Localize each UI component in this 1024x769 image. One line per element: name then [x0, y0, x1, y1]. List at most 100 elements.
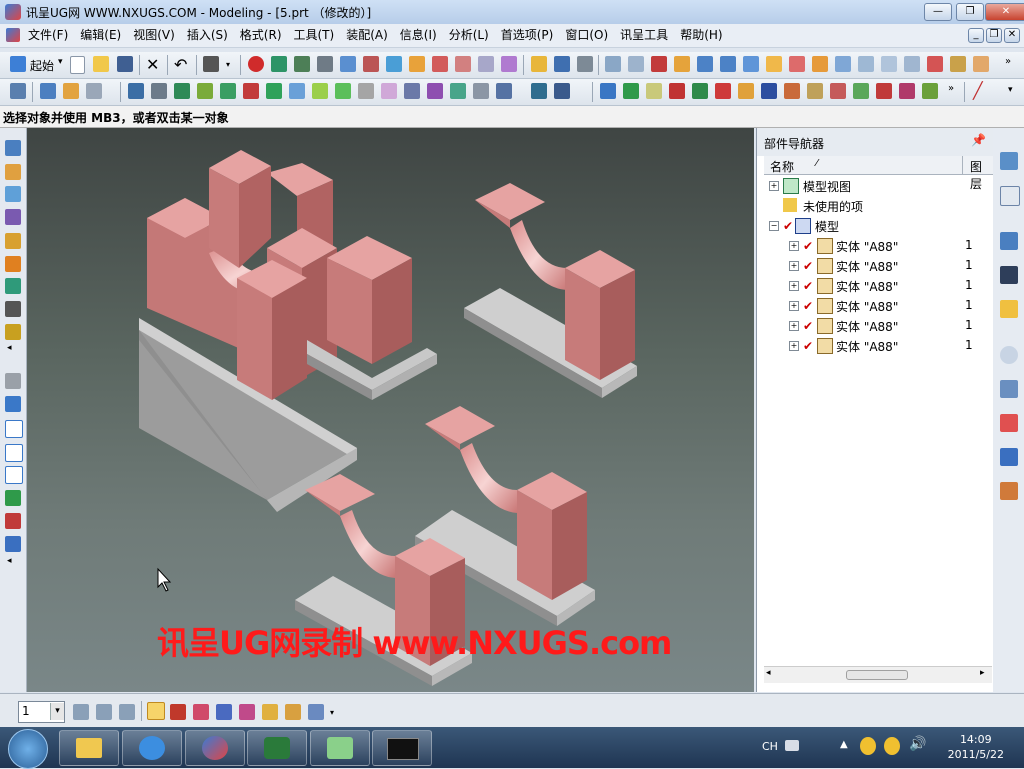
- feature-icon-f[interactable]: [478, 56, 494, 72]
- tree-node-model[interactable]: − ✔ 模型: [765, 216, 993, 236]
- menu-xuncheng-tools[interactable]: 讯呈工具: [614, 24, 674, 47]
- part-navigator-tab-icon[interactable]: [1000, 186, 1020, 206]
- analysis-icon-7[interactable]: [738, 83, 754, 99]
- pin-icon[interactable]: 📌: [971, 133, 986, 147]
- analysis-icon-2[interactable]: [623, 83, 639, 99]
- reuse-library-tab-icon[interactable]: [1000, 232, 1018, 250]
- render-icon-18[interactable]: [554, 83, 570, 99]
- feature-icon-a[interactable]: [363, 56, 379, 72]
- render-icon-13[interactable]: [404, 83, 420, 99]
- analysis-icon-3[interactable]: [646, 83, 662, 99]
- analysis-icon-11[interactable]: [830, 83, 846, 99]
- render-icon-3[interactable]: [174, 83, 190, 99]
- keyboard-icon[interactable]: [785, 740, 799, 751]
- taskbar-nx-icon[interactable]: [185, 730, 245, 766]
- palette-icon-6[interactable]: [5, 256, 21, 272]
- palette-collapse-icon-2[interactable]: ◂: [7, 556, 12, 566]
- expand-icon[interactable]: +: [789, 261, 799, 271]
- end-point-snap-icon[interactable]: [170, 704, 186, 720]
- view-cube-icon-3[interactable]: [5, 444, 23, 462]
- render-icon-15[interactable]: [450, 83, 466, 99]
- system-clock[interactable]: 14:09 2011/5/22: [948, 732, 1004, 762]
- replace-view-icon[interactable]: [96, 704, 112, 720]
- tools-icon[interactable]: [577, 56, 593, 72]
- ime-indicator[interactable]: CH: [762, 740, 778, 753]
- palette-icon-3[interactable]: [5, 186, 21, 202]
- menu-preferences[interactable]: 首选项(P): [495, 24, 560, 47]
- palette-icon-4[interactable]: [5, 209, 21, 225]
- model-shell-icon[interactable]: [317, 56, 333, 72]
- view-icon-6[interactable]: [720, 56, 736, 72]
- point-snap-icon[interactable]: [147, 702, 165, 720]
- visibility-check-icon[interactable]: ✔: [783, 219, 793, 233]
- system-materials-tab-icon[interactable]: [1000, 380, 1018, 398]
- menu-tools[interactable]: 工具(T): [288, 24, 341, 47]
- navigator-horizontal-scrollbar[interactable]: ◂ ▸: [764, 666, 992, 683]
- model-shape-icon[interactable]: [271, 56, 287, 72]
- column-name[interactable]: 名称: [770, 158, 794, 175]
- start-dropdown-icon[interactable]: ▾: [58, 57, 63, 67]
- render-icon-4[interactable]: [197, 83, 213, 99]
- analysis-icon-8[interactable]: [761, 83, 777, 99]
- line-tool-dropdown-icon[interactable]: ▾: [1008, 85, 1013, 95]
- palette-icon-7[interactable]: [5, 278, 21, 294]
- graphics-viewport[interactable]: 讯呈UG网录制 www.NXUGS.com: [27, 128, 754, 692]
- render-icon-2[interactable]: [151, 83, 167, 99]
- save-icon[interactable]: [117, 56, 133, 72]
- feature-icon-d[interactable]: [432, 56, 448, 72]
- view-cube-icon-2[interactable]: [5, 420, 23, 438]
- menu-info[interactable]: 信息(I): [394, 24, 443, 47]
- tree-node-solid[interactable]: + ✔ 实体 "A88" 1: [765, 256, 993, 276]
- tree-node-solid[interactable]: + ✔ 实体 "A88" 1: [765, 276, 993, 296]
- doc-close-button[interactable]: ✕: [1004, 28, 1020, 43]
- expand-icon[interactable]: +: [789, 301, 799, 311]
- quadrant-snap-icon[interactable]: [285, 704, 301, 720]
- minimize-button[interactable]: —: [924, 3, 952, 21]
- assembly-navigator-tab-icon[interactable]: [1000, 152, 1018, 170]
- open-folder-icon[interactable]: [93, 56, 109, 72]
- palette-icon-8[interactable]: [5, 301, 21, 317]
- taskbar-explorer-icon[interactable]: [59, 730, 119, 766]
- render-icon-7[interactable]: [266, 83, 282, 99]
- view-icon-2[interactable]: [628, 56, 644, 72]
- analysis-icon-6[interactable]: [715, 83, 731, 99]
- view-icon-16[interactable]: [950, 56, 966, 72]
- taskbar-zip-icon[interactable]: [310, 730, 370, 766]
- menu-help[interactable]: 帮助(H): [674, 24, 728, 47]
- expand-icon[interactable]: +: [789, 341, 799, 351]
- snap-icon[interactable]: [5, 536, 21, 552]
- analysis-icon-4[interactable]: [669, 83, 685, 99]
- hd3d-tools-tab-icon[interactable]: [1000, 266, 1018, 284]
- cut-icon[interactable]: ✕: [146, 55, 159, 74]
- analysis-icon-9[interactable]: [784, 83, 800, 99]
- scroll-thumb[interactable]: [846, 670, 908, 680]
- doc-minimize-button[interactable]: _: [968, 28, 984, 43]
- feature-icon-b[interactable]: [386, 56, 402, 72]
- render-icon-8[interactable]: [289, 83, 305, 99]
- palette-icon-1[interactable]: [5, 140, 21, 156]
- view-icon-4[interactable]: [674, 56, 690, 72]
- existing-point-snap-icon[interactable]: [308, 704, 324, 720]
- view-icon-12[interactable]: [858, 56, 874, 72]
- orient-view-icon[interactable]: [73, 704, 89, 720]
- help-tab-icon[interactable]: [1000, 300, 1018, 318]
- expand-icon[interactable]: +: [789, 321, 799, 331]
- refresh-icon[interactable]: [5, 490, 21, 506]
- view-icon-14[interactable]: [904, 56, 920, 72]
- qq-icon[interactable]: [860, 737, 876, 755]
- view-icon-10[interactable]: [812, 56, 828, 72]
- menu-file[interactable]: 文件(F): [22, 24, 74, 47]
- palette-collapse-icon[interactable]: ◂: [7, 343, 12, 353]
- render-icon-5[interactable]: [220, 83, 236, 99]
- view-icon-3[interactable]: [651, 56, 667, 72]
- expand-icon[interactable]: +: [769, 181, 779, 191]
- print-dropdown-icon[interactable]: ▾: [226, 60, 230, 69]
- volume-icon[interactable]: 🔊: [909, 736, 926, 752]
- analysis-icon-14[interactable]: [899, 83, 915, 99]
- analysis-icon-1[interactable]: [600, 83, 616, 99]
- restore-view-icon[interactable]: [119, 704, 135, 720]
- doc-restore-button[interactable]: ❐: [986, 28, 1002, 43]
- book-icon[interactable]: [554, 56, 570, 72]
- tree-node-solid[interactable]: + ✔ 实体 "A88" 1: [765, 236, 993, 256]
- block-icon[interactable]: [340, 56, 356, 72]
